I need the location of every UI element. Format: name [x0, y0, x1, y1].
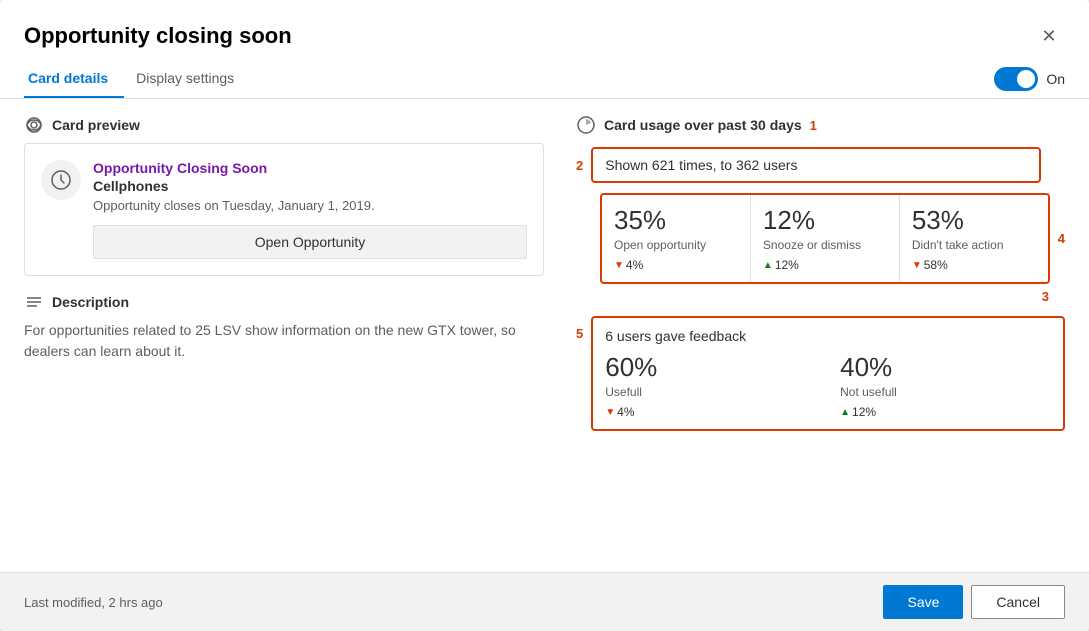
- left-panel: Card preview Opportunity Closing Soon Ce…: [24, 115, 544, 556]
- stat-snooze-change-val: 12%: [775, 258, 799, 272]
- stat-snooze-pct: 12%: [763, 205, 887, 236]
- dialog-footer: Last modified, 2 hrs ago Save Cancel: [0, 572, 1089, 631]
- down-icon-3: ▼: [605, 407, 615, 418]
- footer-modified-text: Last modified, 2 hrs ago: [24, 595, 163, 610]
- up-icon-2: ▲: [840, 407, 850, 418]
- feedback-useful-change-val: 4%: [617, 405, 634, 419]
- dialog-title: Opportunity closing soon: [24, 23, 292, 49]
- annotation-5: 5: [576, 326, 583, 341]
- stat-snooze-change: ▲ 12%: [763, 258, 887, 272]
- description-section: Description For opportunities related to…: [24, 292, 544, 362]
- feedback-useful-label: Usefull: [605, 385, 816, 399]
- description-label: Description: [52, 294, 129, 310]
- stat-open-change-val: 4%: [626, 258, 643, 272]
- stat-no-action: 53% Didn't take action ▼ 58%: [900, 195, 1048, 282]
- card-title: Opportunity Closing Soon: [93, 160, 527, 176]
- chart-icon: [576, 115, 596, 135]
- toggle-label: On: [1046, 71, 1065, 87]
- stat-open-label: Open opportunity: [614, 238, 738, 252]
- stats-row-wrapper: 35% Open opportunity ▼ 4% 12% Snooze or …: [576, 193, 1065, 284]
- stats-container: 2 Shown 621 times, to 362 users 35% Open…: [576, 147, 1065, 431]
- card-action: Open Opportunity: [93, 225, 527, 259]
- feedback-not-useful-label: Not usefull: [840, 385, 1051, 399]
- annotation-3-row: 3: [576, 288, 1049, 306]
- card-content: Opportunity Closing Soon Cellphones Oppo…: [93, 160, 527, 259]
- feedback-not-useful: 40% Not usefull ▲ 12%: [840, 352, 1051, 419]
- feedback-title: 6 users gave feedback: [605, 328, 1051, 344]
- annotation-1: 1: [810, 118, 817, 133]
- lines-icon: [24, 292, 44, 312]
- annotation-2: 2: [576, 158, 583, 173]
- stat-no-action-change: ▼ 58%: [912, 258, 1036, 272]
- annotation-3: 3: [1042, 289, 1049, 304]
- card-subtitle: Cellphones: [93, 178, 527, 194]
- stat-no-action-label: Didn't take action: [912, 238, 1036, 252]
- footer-buttons: Save Cancel: [883, 585, 1065, 619]
- usage-header: Card usage over past 30 days 1: [576, 115, 1065, 135]
- down-icon-2: ▼: [912, 260, 922, 271]
- stat-no-action-change-val: 58%: [924, 258, 948, 272]
- close-button[interactable]: ✕: [1033, 20, 1065, 52]
- feedback-row: 5 6 users gave feedback 60% Usefull ▼ 4%: [576, 316, 1065, 431]
- stat-open-pct: 35%: [614, 205, 738, 236]
- shown-row: 2 Shown 621 times, to 362 users: [576, 147, 1065, 183]
- stat-snooze: 12% Snooze or dismiss ▲ 12%: [751, 195, 900, 282]
- card-description: Opportunity closes on Tuesday, January 1…: [93, 198, 527, 213]
- annotation-2b: [576, 193, 592, 284]
- usage-label: Card usage over past 30 days: [604, 117, 802, 133]
- stat-open-change: ▼ 4%: [614, 258, 738, 272]
- toggle-switch[interactable]: [994, 67, 1038, 91]
- save-button[interactable]: Save: [883, 585, 963, 619]
- dialog-header: Opportunity closing soon ✕: [0, 0, 1089, 52]
- feedback-useful-change: ▼ 4%: [605, 405, 816, 419]
- stat-open: 35% Open opportunity ▼ 4%: [602, 195, 751, 282]
- down-icon-1: ▼: [614, 260, 624, 271]
- description-header: Description: [24, 292, 544, 312]
- stats-row: 35% Open opportunity ▼ 4% 12% Snooze or …: [600, 193, 1050, 284]
- tabs-row: Card details Display settings On: [0, 60, 1089, 99]
- feedback-not-useful-pct: 40%: [840, 352, 1051, 383]
- feedback-useful-pct: 60%: [605, 352, 816, 383]
- card-preview-box: Opportunity Closing Soon Cellphones Oppo…: [24, 143, 544, 276]
- toggle-knob: [1017, 70, 1035, 88]
- tab-card-details[interactable]: Card details: [24, 60, 124, 98]
- clock-icon: [50, 169, 72, 191]
- feedback-useful: 60% Usefull ▼ 4%: [605, 352, 816, 419]
- card-preview-section: Card preview Opportunity Closing Soon Ce…: [24, 115, 544, 276]
- tabs: Card details Display settings: [24, 60, 258, 98]
- feedback-not-useful-change-val: 12%: [852, 405, 876, 419]
- dialog-body: Card preview Opportunity Closing Soon Ce…: [0, 99, 1089, 572]
- shown-box: Shown 621 times, to 362 users: [591, 147, 1041, 183]
- right-panel: Card usage over past 30 days 1 2 Shown 6…: [576, 115, 1065, 556]
- feedback-items: 60% Usefull ▼ 4% 40% Not usefull: [605, 352, 1051, 419]
- toggle-container: On: [994, 67, 1065, 91]
- card-icon: [41, 160, 81, 200]
- card-preview-header: Card preview: [24, 115, 544, 135]
- feedback-box: 6 users gave feedback 60% Usefull ▼ 4%: [591, 316, 1065, 431]
- stat-no-action-pct: 53%: [912, 205, 1036, 236]
- tab-display-settings[interactable]: Display settings: [132, 60, 250, 98]
- annotation-4: 4: [1058, 193, 1065, 284]
- eye-icon: [24, 115, 44, 135]
- stat-snooze-label: Snooze or dismiss: [763, 238, 887, 252]
- cancel-button[interactable]: Cancel: [971, 585, 1065, 619]
- open-opportunity-button[interactable]: Open Opportunity: [93, 225, 527, 259]
- feedback-not-useful-change: ▲ 12%: [840, 405, 1051, 419]
- card-preview-label: Card preview: [52, 117, 140, 133]
- dialog: Opportunity closing soon ✕ Card details …: [0, 0, 1089, 631]
- up-icon-1: ▲: [763, 260, 773, 271]
- description-text: For opportunities related to 25 LSV show…: [24, 320, 544, 362]
